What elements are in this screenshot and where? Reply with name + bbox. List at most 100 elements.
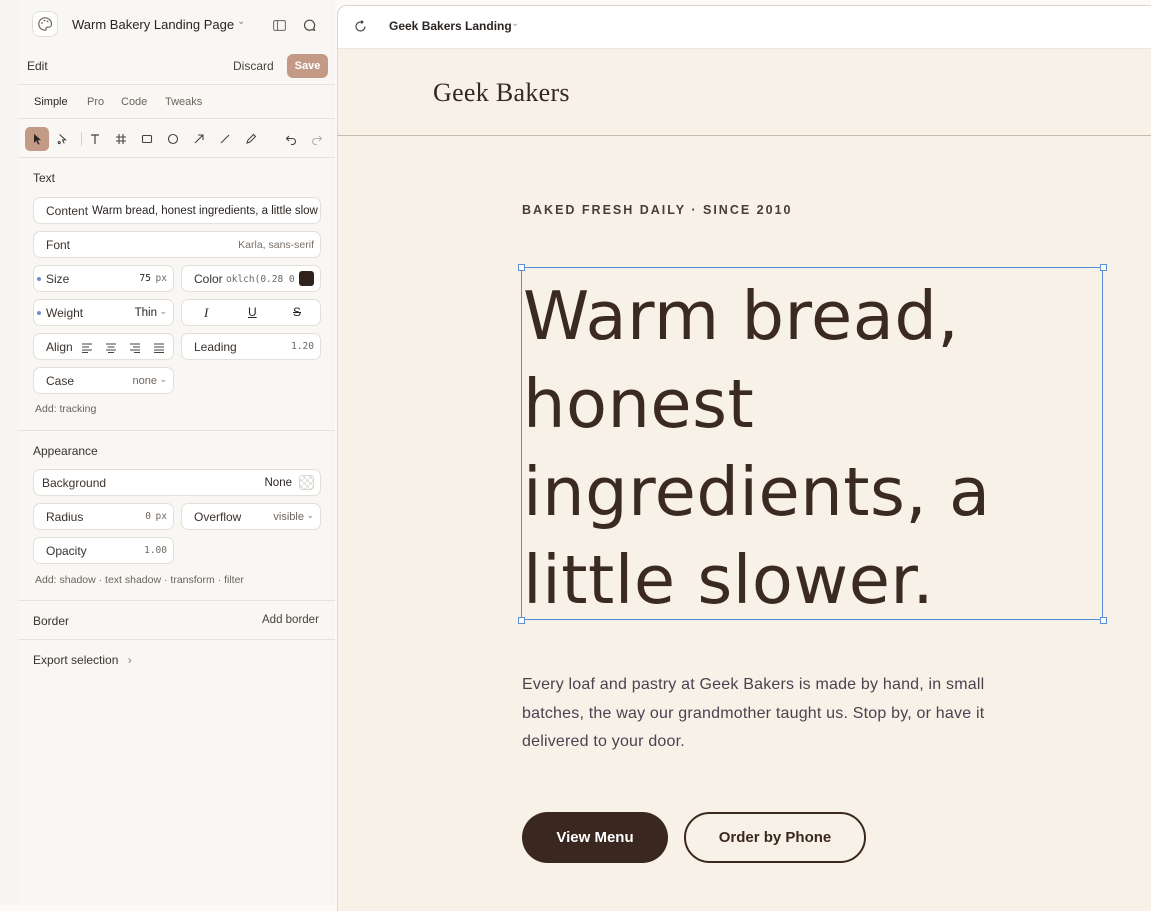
redo-icon[interactable]: [305, 127, 329, 151]
strikethrough-button[interactable]: S: [293, 305, 301, 319]
appearance-section-title: Appearance: [33, 444, 98, 458]
overflow-value[interactable]: visible: [273, 511, 304, 523]
view-menu-button[interactable]: View Menu: [522, 812, 668, 863]
ellipse-tool-icon[interactable]: [161, 127, 185, 151]
sidebar-toggle-icon[interactable]: [271, 17, 287, 33]
resize-handle-bottom-left[interactable]: [518, 617, 525, 624]
chevron-down-icon[interactable]: ⌄: [159, 306, 167, 317]
edit-row: Edit Discard Save: [19, 52, 335, 82]
case-field[interactable]: Case none ⌄: [33, 367, 174, 394]
direct-select-icon[interactable]: [51, 127, 75, 151]
divider: [19, 600, 335, 601]
save-button[interactable]: Save: [287, 54, 328, 78]
align-field: Align: [33, 333, 174, 360]
transparent-swatch[interactable]: [299, 475, 314, 490]
comment-icon[interactable]: [301, 17, 317, 33]
export-selection-button[interactable]: Export selection ›: [33, 653, 132, 667]
text-section-title: Text: [33, 171, 56, 185]
size-value[interactable]: 75: [140, 273, 151, 284]
undo-icon[interactable]: [279, 127, 303, 151]
chevron-down-icon[interactable]: ⌄: [159, 374, 167, 385]
align-left-icon[interactable]: [82, 342, 93, 356]
resize-handle-top-left[interactable]: [518, 264, 525, 271]
modified-dot: [37, 277, 41, 281]
refresh-icon[interactable]: [354, 20, 367, 38]
italic-button[interactable]: I: [204, 305, 208, 321]
line-tool-icon[interactable]: [213, 127, 237, 151]
select-tool-icon[interactable]: [25, 127, 49, 151]
pencil-tool-icon[interactable]: [239, 127, 263, 151]
project-title[interactable]: Warm Bakery Landing Page: [72, 17, 234, 32]
preview-title[interactable]: Geek Bakers Landing: [389, 19, 512, 33]
preview-window: Geek Bakers Landing ⌄ Geek Bakers BAKED …: [337, 5, 1151, 911]
case-label: Case: [46, 374, 75, 388]
grid-tool-icon[interactable]: [109, 127, 133, 151]
headline-line: little slower.: [523, 541, 935, 619]
add-effects-link[interactable]: Add: shadow · text shadow · transform · …: [35, 574, 244, 586]
rectangle-tool-icon[interactable]: [135, 127, 159, 151]
tab-tweaks[interactable]: Tweaks: [165, 96, 202, 108]
content-label: Content: [46, 204, 89, 218]
resize-handle-top-right[interactable]: [1100, 264, 1107, 271]
leading-value[interactable]: 1.20: [291, 341, 314, 352]
header-divider: [338, 135, 1151, 136]
modified-dot: [37, 311, 41, 315]
background-value[interactable]: None: [265, 477, 293, 489]
resize-handle-bottom-right[interactable]: [1100, 617, 1107, 624]
arrow-tool-icon[interactable]: [187, 127, 211, 151]
weight-field[interactable]: Weight Thin ⌄: [33, 299, 174, 326]
tab-code[interactable]: Code: [121, 96, 147, 108]
weight-value[interactable]: Thin: [135, 307, 157, 319]
align-right-icon[interactable]: [130, 342, 141, 356]
overflow-field[interactable]: Overflow visible ⌄: [181, 503, 321, 530]
tab-simple[interactable]: Simple: [34, 96, 68, 108]
size-label: Size: [46, 272, 70, 286]
tool-bar: [19, 124, 335, 154]
chevron-down-icon[interactable]: ⌄: [511, 18, 519, 29]
leading-label: Leading: [194, 340, 237, 354]
color-field[interactable]: Color oklch(0.28 0: [181, 265, 321, 292]
color-swatch[interactable]: [299, 271, 314, 286]
underline-button[interactable]: U: [248, 305, 257, 319]
opacity-field[interactable]: Opacity 1.00: [33, 537, 174, 564]
color-label: Color: [194, 272, 223, 286]
opacity-label: Opacity: [46, 544, 87, 558]
add-tracking-link[interactable]: Add: tracking: [35, 403, 96, 415]
size-field[interactable]: Size 75 px: [33, 265, 174, 292]
hero-description: Every loaf and pastry at Geek Bakers is …: [522, 676, 985, 750]
leading-field[interactable]: Leading 1.20: [181, 333, 321, 360]
chevron-right-icon: ›: [127, 653, 132, 667]
divider: [81, 132, 82, 146]
overflow-label: Overflow: [194, 510, 242, 524]
tab-pro[interactable]: Pro: [87, 96, 104, 108]
content-field[interactable]: Content Warm bread, honest ingredients, …: [33, 197, 321, 224]
discard-button[interactable]: Discard: [233, 59, 274, 73]
color-value[interactable]: oklch(0.28 0: [226, 274, 295, 285]
background-field[interactable]: Background None: [33, 469, 321, 496]
text-style-group: I U S: [181, 299, 321, 326]
hero-headline[interactable]: Warm bread, honest ingredients, a little…: [523, 272, 1023, 624]
case-value[interactable]: none: [133, 375, 157, 387]
font-value[interactable]: Karla, sans-serif: [238, 239, 314, 251]
chevron-down-icon[interactable]: ⌄: [237, 16, 245, 27]
align-justify-icon[interactable]: [154, 342, 165, 356]
align-label: Align: [46, 340, 73, 354]
content-value[interactable]: Warm bread, honest ingredients, a little…: [92, 205, 318, 217]
add-border-button[interactable]: Add border: [262, 614, 319, 626]
order-by-phone-button[interactable]: Order by Phone: [684, 812, 866, 863]
radius-label: Radius: [46, 510, 84, 524]
divider: [19, 157, 335, 158]
palette-icon[interactable]: [32, 11, 58, 37]
radius-value[interactable]: 0: [145, 511, 151, 522]
align-center-icon[interactable]: [106, 342, 117, 356]
font-field[interactable]: Font Karla, sans-serif: [33, 231, 321, 258]
text-tool-icon[interactable]: [83, 127, 107, 151]
chevron-down-icon[interactable]: ⌄: [306, 510, 314, 521]
divider: [19, 430, 335, 431]
opacity-value[interactable]: 1.00: [144, 545, 167, 556]
brand-logo[interactable]: Geek Bakers: [433, 78, 570, 108]
headline-line: Warm bread,: [523, 277, 960, 355]
border-section-title: Border: [33, 614, 70, 628]
weight-label: Weight: [46, 306, 84, 320]
radius-field[interactable]: Radius 0 px: [33, 503, 174, 530]
